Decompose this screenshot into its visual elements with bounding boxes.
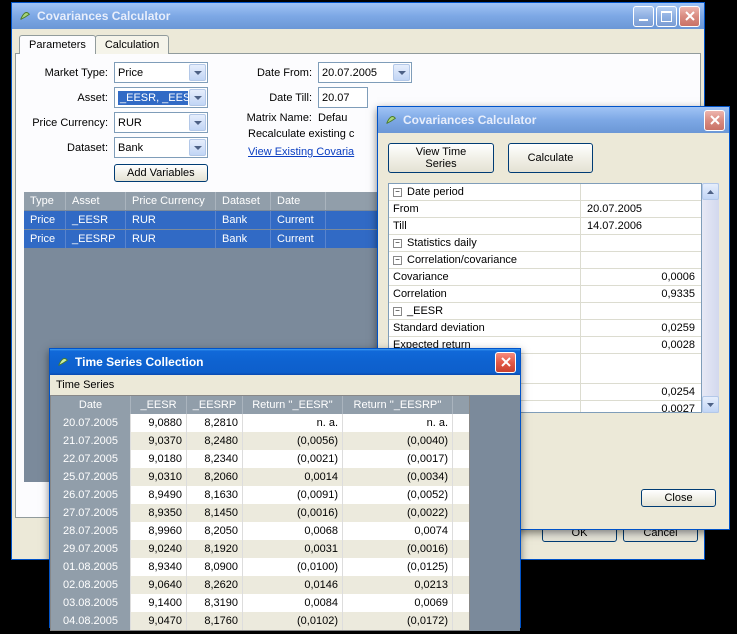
minimize-button[interactable] xyxy=(633,6,654,27)
table-row[interactable]: 27.07.20058,93508,1450(0,0016)(0,0022) xyxy=(51,504,469,522)
dataset-label: Dataset: xyxy=(24,142,114,154)
collapse-icon[interactable]: − xyxy=(393,307,402,316)
view-existing-link[interactable]: View Existing Covaria xyxy=(248,146,354,158)
close-button[interactable] xyxy=(679,6,700,27)
app-icon xyxy=(56,355,70,369)
collapse-icon[interactable]: − xyxy=(393,239,402,248)
close-dialog-button[interactable]: Close xyxy=(641,489,716,507)
table-row[interactable]: 03.08.20059,14008,31900,00840,0069 xyxy=(51,594,469,612)
col-date[interactable]: Date xyxy=(51,396,131,414)
add-variables-button[interactable]: Add Variables xyxy=(114,164,208,182)
table-row[interactable]: 25.07.20059,03108,20600,0014(0,0034) xyxy=(51,468,469,486)
asset-label: Asset: xyxy=(24,92,114,104)
app-icon xyxy=(384,113,398,127)
table-row[interactable]: 26.07.20058,94908,1630(0,0091)(0,0052) xyxy=(51,486,469,504)
col-dataset[interactable]: Dataset xyxy=(216,192,271,210)
time-series-grid: Date _EESR _EESRP Return ''_EESR'' Retur… xyxy=(50,395,470,631)
calculate-button[interactable]: Calculate xyxy=(508,143,593,173)
tab-calculation[interactable]: Calculation xyxy=(95,35,169,54)
asset-select[interactable]: _EESR, _EESRP xyxy=(114,87,208,108)
scroll-down-icon[interactable] xyxy=(702,396,719,413)
window-title: Time Series Collection xyxy=(75,355,495,369)
chevron-down-icon[interactable] xyxy=(189,139,206,156)
app-icon xyxy=(18,9,32,23)
col-eesr[interactable]: _EESR xyxy=(131,396,187,414)
market-type-label: Market Type: xyxy=(24,67,114,79)
table-row[interactable]: 22.07.20059,01808,2340(0,0021)(0,0017) xyxy=(51,450,469,468)
collapse-icon[interactable]: − xyxy=(393,188,402,197)
titlebar[interactable]: Covariances Calculator xyxy=(378,107,729,133)
col-ret-eesr[interactable]: Return ''_EESR'' xyxy=(243,396,343,414)
col-date[interactable]: Date xyxy=(271,192,326,210)
chevron-down-icon[interactable] xyxy=(189,114,206,131)
chevron-down-icon[interactable] xyxy=(189,64,206,81)
chevron-down-icon[interactable] xyxy=(393,64,410,81)
table-row[interactable]: 28.07.20058,99608,20500,00680,0074 xyxy=(51,522,469,540)
scroll-up-icon[interactable] xyxy=(702,183,719,200)
date-till-label: Date Till: xyxy=(238,92,318,104)
matrix-name-value: Defau xyxy=(318,112,347,124)
dataset-select[interactable]: Bank xyxy=(114,137,208,158)
window-title: Covariances Calculator xyxy=(37,9,633,23)
titlebar[interactable]: Covariances Calculator xyxy=(12,3,704,29)
price-currency-label: Price Currency: xyxy=(24,117,114,129)
window-title: Covariances Calculator xyxy=(403,113,704,127)
recalc-label: Recalculate existing c xyxy=(248,128,354,140)
close-button[interactable] xyxy=(495,352,516,373)
price-currency-select[interactable]: RUR xyxy=(114,112,208,133)
table-row[interactable]: 01.08.20058,93408,0900(0,0100)(0,0125) xyxy=(51,558,469,576)
view-time-series-button[interactable]: View Time Series xyxy=(388,143,494,173)
table-row[interactable]: 21.07.20059,03708,2480(0,0056)(0,0040) xyxy=(51,432,469,450)
ts-subtitle: Time Series xyxy=(50,375,520,395)
col-ret-eesrp[interactable]: Return ''_EESRP'' xyxy=(343,396,453,414)
matrix-name-label: Matrix Name: xyxy=(238,112,318,124)
table-row[interactable]: 29.07.20059,02408,19200,0031(0,0016) xyxy=(51,540,469,558)
titlebar[interactable]: Time Series Collection xyxy=(50,349,520,375)
table-row[interactable]: 04.08.20059,04708,1760(0,0102)(0,0172) xyxy=(51,612,469,630)
scrollbar-vertical[interactable] xyxy=(702,183,719,413)
col-pc[interactable]: Price Currency xyxy=(126,192,216,210)
table-row[interactable]: 20.07.20059,08808,2810n. a.n. a. xyxy=(51,414,469,432)
date-from-select[interactable]: 20.07.2005 xyxy=(318,62,412,83)
col-asset[interactable]: Asset xyxy=(66,192,126,210)
time-series-window: Time Series Collection Time Series Date … xyxy=(49,348,521,628)
table-row[interactable]: 02.08.20059,06408,26200,01460,0213 xyxy=(51,576,469,594)
date-till-select[interactable]: 20.07 xyxy=(318,87,368,108)
close-button[interactable] xyxy=(704,110,725,131)
col-type[interactable]: Type xyxy=(24,192,66,210)
col-eesrp[interactable]: _EESRP xyxy=(187,396,243,414)
tab-parameters[interactable]: Parameters xyxy=(19,35,96,54)
collapse-icon[interactable]: − xyxy=(393,256,402,265)
chevron-down-icon[interactable] xyxy=(189,89,206,106)
date-from-label: Date From: xyxy=(238,67,318,79)
maximize-button[interactable] xyxy=(656,6,677,27)
market-type-select[interactable]: Price xyxy=(114,62,208,83)
